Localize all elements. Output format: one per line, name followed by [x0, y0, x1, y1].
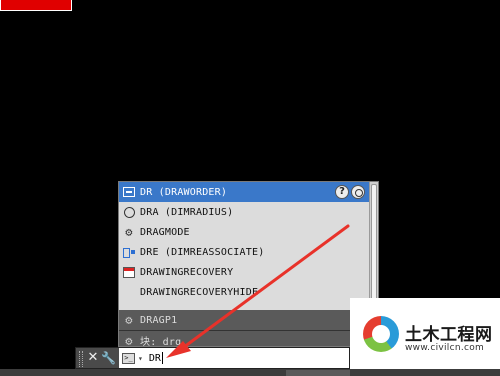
- watermark-logo: [363, 316, 399, 352]
- arrow-shaft: [178, 224, 350, 352]
- watermark: 土木工程网 www.civilcn.com: [350, 298, 500, 369]
- watermark-title: 土木工程网: [405, 325, 493, 345]
- watermark-url: www.civilcn.com: [405, 343, 485, 353]
